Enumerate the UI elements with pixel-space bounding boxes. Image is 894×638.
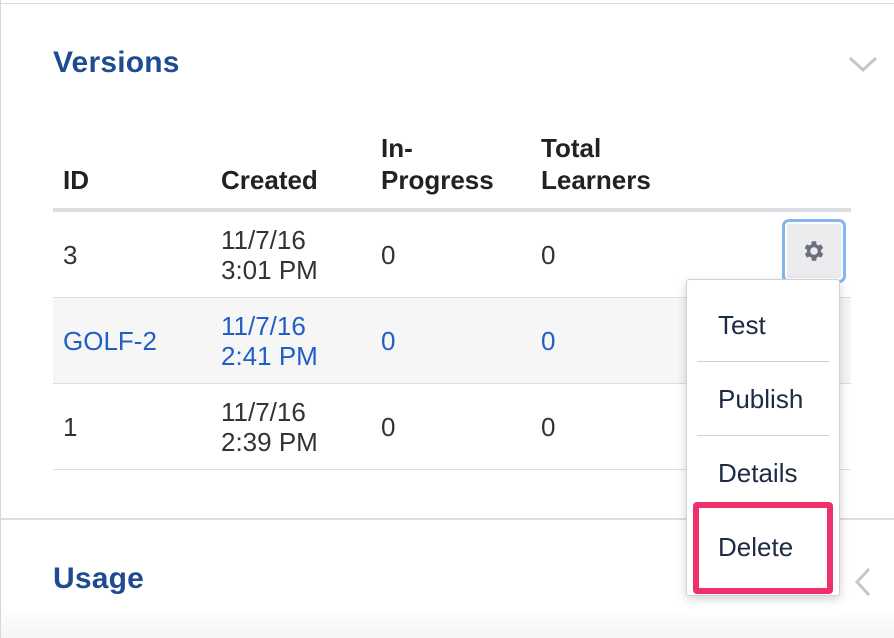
cell-created: 11/7/16 3:01 PM: [211, 210, 371, 298]
gear-icon: [804, 241, 824, 261]
cell-id-link[interactable]: GOLF-2: [53, 297, 211, 384]
table-header-row: ID Created In- Progress Total Learners: [53, 130, 851, 212]
cell-total-learners: 0: [531, 383, 691, 470]
cell-total-learners[interactable]: 0: [531, 297, 691, 384]
bottom-shade: [1, 608, 894, 638]
menu-item-publish[interactable]: Publish: [697, 362, 829, 436]
cell-total-learners: 0: [531, 210, 691, 298]
chevron-left-icon[interactable]: [853, 566, 873, 598]
cell-in-progress[interactable]: 0: [371, 297, 531, 384]
column-header-id: ID: [53, 130, 211, 212]
cell-id: 1: [53, 383, 211, 470]
cell-in-progress: 0: [371, 383, 531, 470]
row-actions-gear-button[interactable]: [785, 222, 843, 280]
menu-item-test[interactable]: Test: [697, 288, 829, 362]
column-header-actions: [691, 130, 851, 212]
cell-id: 3: [53, 210, 211, 298]
column-header-total-learners: Total Learners: [531, 130, 691, 212]
chevron-down-icon[interactable]: [847, 54, 879, 74]
cell-in-progress: 0: [371, 210, 531, 298]
usage-title[interactable]: Usage: [53, 562, 144, 596]
versions-title[interactable]: Versions: [53, 46, 180, 80]
delete-highlight-box: [693, 502, 833, 594]
cell-created[interactable]: 11/7/16 2:41 PM: [211, 297, 371, 384]
column-header-created: Created: [211, 130, 371, 212]
versions-panel: Versions ID Created In- Progress Total L…: [0, 0, 894, 638]
menu-item-details[interactable]: Details: [697, 436, 829, 510]
cell-created: 11/7/16 2:39 PM: [211, 383, 371, 470]
column-header-in-progress: In- Progress: [371, 130, 531, 212]
top-divider: [1, 3, 894, 4]
